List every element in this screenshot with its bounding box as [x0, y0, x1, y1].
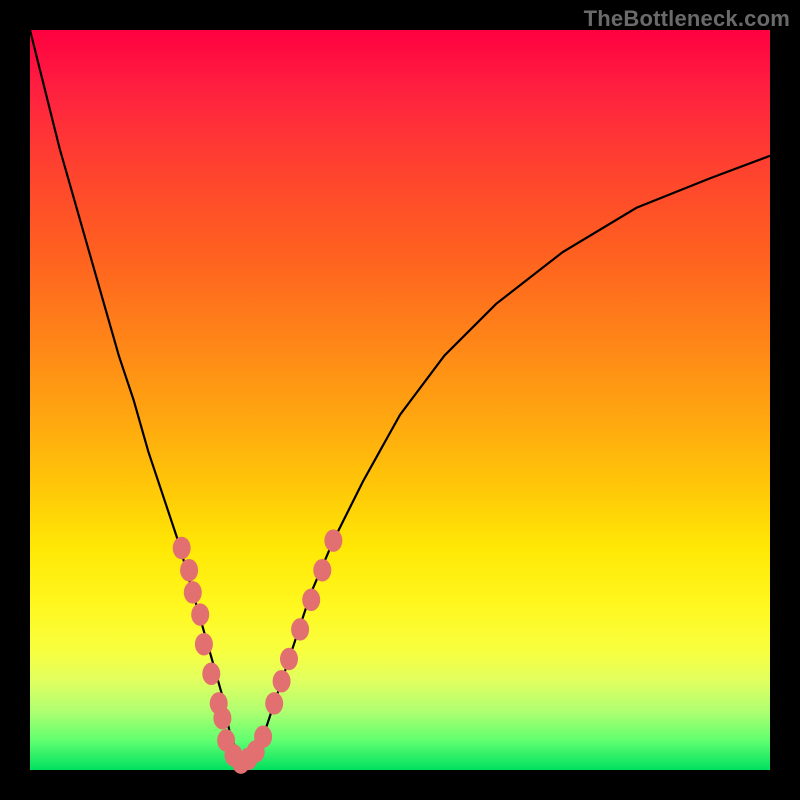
bottleneck-curve — [30, 30, 770, 770]
data-marker — [195, 633, 213, 656]
watermark-label: TheBottleneck.com — [584, 6, 790, 32]
curve-markers — [173, 529, 343, 774]
data-marker — [265, 692, 283, 715]
data-marker — [173, 537, 191, 560]
data-marker — [254, 725, 272, 748]
data-marker — [202, 663, 220, 686]
data-marker — [273, 670, 291, 693]
data-marker — [302, 589, 320, 612]
data-marker — [313, 559, 331, 582]
data-marker — [213, 707, 231, 730]
data-marker — [280, 648, 298, 671]
data-marker — [180, 559, 198, 582]
data-marker — [191, 603, 209, 626]
chart-frame: TheBottleneck.com — [0, 0, 800, 800]
plot-area — [30, 30, 770, 770]
data-marker — [291, 618, 309, 641]
data-marker — [184, 581, 202, 604]
curve-line — [30, 30, 770, 763]
data-marker — [324, 529, 342, 552]
